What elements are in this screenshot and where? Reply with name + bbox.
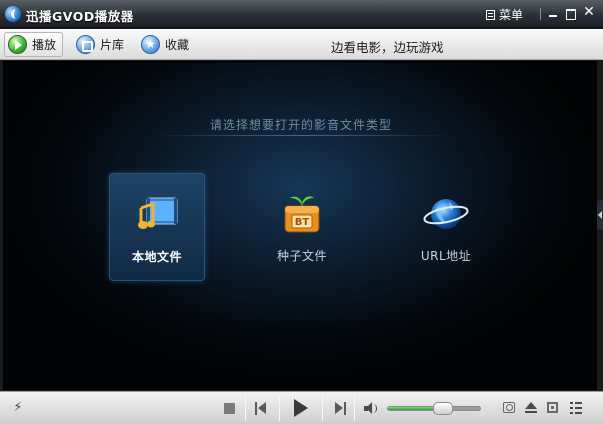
local-file-option[interactable]: 本地文件 xyxy=(109,173,205,281)
app-logo-icon xyxy=(5,6,21,22)
player-area: 请选择想要打开的影音文件类型 本地文件 BT 种子文件 URL地址 xyxy=(3,61,597,390)
playlist-icon[interactable] xyxy=(570,402,582,414)
library-tab-button[interactable]: 片库 xyxy=(73,32,130,57)
screenshot-icon[interactable] xyxy=(503,402,515,413)
url-address-label: URL地址 xyxy=(420,249,472,263)
play-circle-icon xyxy=(8,35,27,54)
next-button[interactable] xyxy=(334,402,346,415)
control-separator xyxy=(279,396,280,421)
torrent-file-option[interactable]: BT 种子文件 xyxy=(254,173,350,281)
play-tab-button[interactable]: 播放 xyxy=(4,32,64,57)
bt-box-icon: BT xyxy=(284,196,320,233)
local-file-label: 本地文件 xyxy=(131,250,182,264)
title-bar[interactable]: 迅播GVOD播放器 菜单 ✕ xyxy=(0,0,603,28)
menu-button[interactable]: 菜单 xyxy=(486,6,523,22)
eject-icon[interactable] xyxy=(525,402,537,414)
title-separator xyxy=(540,8,541,20)
side-panel-toggle[interactable] xyxy=(597,200,603,230)
favorites-tab-button[interactable]: ★ 收藏 xyxy=(138,32,195,57)
play-button[interactable] xyxy=(293,399,309,418)
close-button[interactable]: ✕ xyxy=(582,5,596,20)
control-separator xyxy=(322,396,323,421)
favorites-tab-label: 收藏 xyxy=(165,38,190,52)
star-icon: ★ xyxy=(141,35,160,54)
lightning-icon[interactable]: ⚡ xyxy=(11,400,25,416)
url-address-option[interactable]: URL地址 xyxy=(398,173,494,281)
fullscreen-icon[interactable] xyxy=(547,402,558,413)
library-icon xyxy=(76,35,95,54)
volume-thumb[interactable] xyxy=(433,402,454,415)
minimize-button[interactable] xyxy=(546,6,560,20)
maximize-button[interactable] xyxy=(563,6,577,20)
globe-icon xyxy=(423,199,469,229)
control-bar: ⚡ xyxy=(0,391,603,424)
menu-icon xyxy=(486,10,495,20)
volume-slider[interactable] xyxy=(387,402,481,415)
control-separator xyxy=(354,396,355,421)
library-tab-label: 片库 xyxy=(100,38,125,52)
toolbar-slogan: 边看电影，边玩游戏 xyxy=(331,40,444,55)
toolbar: 播放 片库 ★ 收藏 边看电影，边玩游戏 xyxy=(0,29,603,60)
svg-text:BT: BT xyxy=(295,217,310,228)
play-tab-label: 播放 xyxy=(32,38,57,52)
menu-label: 菜单 xyxy=(499,8,524,22)
stop-button[interactable] xyxy=(224,403,235,414)
music-film-icon xyxy=(138,197,178,229)
prompt-divider xyxy=(154,135,448,136)
app-title: 迅播GVOD播放器 xyxy=(26,9,134,24)
file-type-prompt: 请选择想要打开的影音文件类型 xyxy=(209,118,392,132)
control-separator xyxy=(245,396,246,421)
torrent-file-label: 种子文件 xyxy=(276,249,327,263)
previous-button[interactable] xyxy=(255,402,267,415)
